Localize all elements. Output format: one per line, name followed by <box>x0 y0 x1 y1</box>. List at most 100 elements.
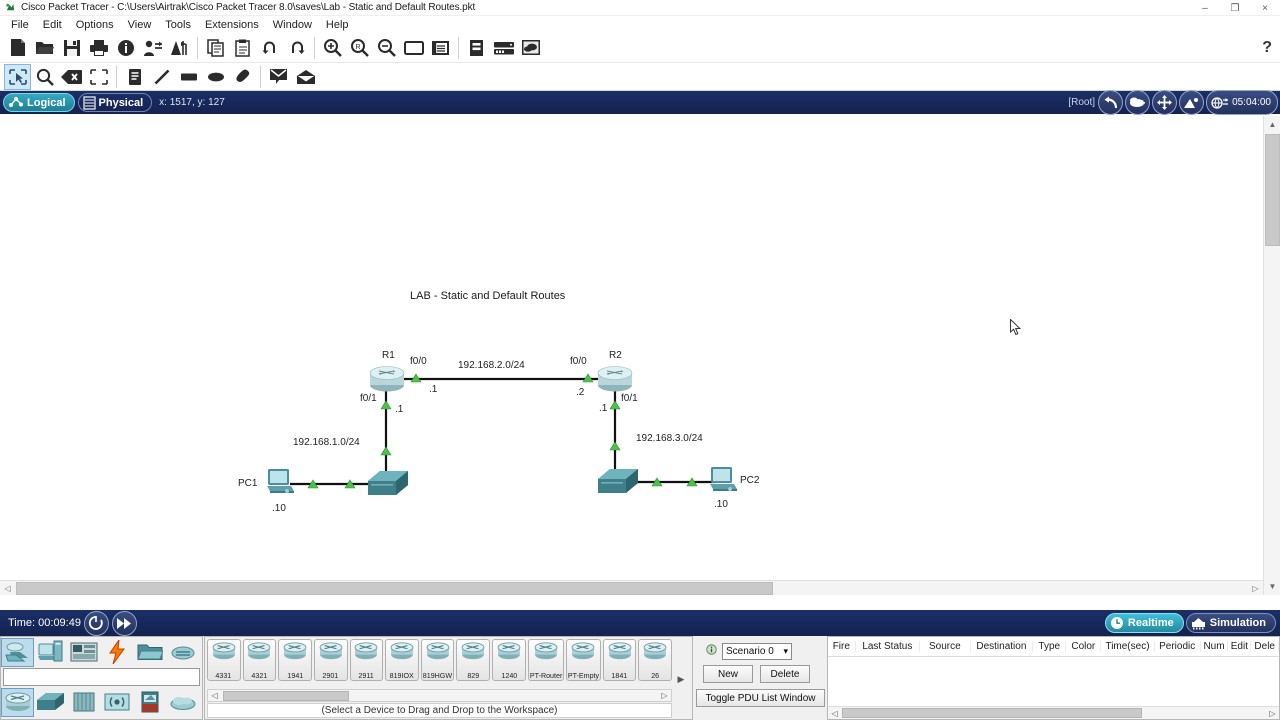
device-model-item[interactable]: 829 <box>456 639 491 681</box>
device-model-item[interactable]: 819HGW <box>420 639 455 681</box>
redo-icon[interactable] <box>283 35 310 61</box>
miscellaneous-category[interactable] <box>133 638 166 667</box>
menu-tools[interactable]: Tools <box>158 18 198 32</box>
zoom-in-icon[interactable] <box>319 35 346 61</box>
menu-window[interactable]: Window <box>266 18 319 32</box>
connections-category[interactable] <box>100 638 133 667</box>
device-model-item[interactable]: 1240 <box>492 639 526 681</box>
tab-logical[interactable]: Logical <box>3 93 75 112</box>
tab-physical[interactable]: Physical <box>77 93 153 112</box>
pdu-col-source[interactable]: Source <box>920 641 971 652</box>
device-model-item[interactable]: PT-Router <box>527 639 564 681</box>
mountain-icon[interactable] <box>1179 90 1205 115</box>
resize-shape-icon[interactable] <box>85 64 112 90</box>
pdu-col-num[interactable]: Num <box>1201 641 1229 652</box>
pdu-col-type[interactable]: Type <box>1033 641 1067 652</box>
device-model-item[interactable]: 1841 <box>602 639 637 681</box>
device-model-item[interactable]: 4321 <box>242 639 277 681</box>
realtime-mode-button[interactable]: Realtime <box>1104 613 1184 633</box>
hubs-subcategory[interactable] <box>67 688 100 717</box>
pdu-scroll-thumb[interactable] <box>842 708 1142 718</box>
open-file-icon[interactable] <box>31 35 58 61</box>
pdu-col-periodic[interactable]: Periodic <box>1155 641 1201 652</box>
paste-icon[interactable] <box>229 35 256 61</box>
new-scenario-button[interactable]: New <box>703 665 753 683</box>
menu-options[interactable]: Options <box>69 18 121 32</box>
pdu-col-delete[interactable]: Dele <box>1251 641 1280 652</box>
delete-scenario-button[interactable]: Delete <box>760 665 810 683</box>
print-icon[interactable] <box>85 35 112 61</box>
vscroll-down-arrow[interactable]: ▼ <box>1264 578 1280 595</box>
wan-emulation-subcategory[interactable] <box>166 688 199 717</box>
fast-forward-icon[interactable] <box>111 610 137 636</box>
workspace-vscrollbar[interactable]: ▲ ▼ <box>1263 116 1280 595</box>
hscroll-thumb[interactable] <box>16 582 773 595</box>
save-file-icon[interactable] <box>58 35 85 61</box>
maximize-button[interactable]: ❐ <box>1220 0 1250 16</box>
device-model-item[interactable]: PT-Empty <box>565 639 601 681</box>
vscroll-thumb[interactable] <box>1265 134 1280 246</box>
cloud-view-icon[interactable] <box>517 35 544 61</box>
model-list-hscrollbar[interactable]: ◁ ▷ <box>207 689 672 702</box>
routers-subcategory[interactable] <box>1 687 34 717</box>
pdu-table-hscrollbar[interactable]: ◁ ▷ <box>828 706 1279 719</box>
menu-view[interactable]: View <box>121 18 159 32</box>
vscroll-up-arrow[interactable]: ▲ <box>1264 116 1280 133</box>
menu-edit[interactable]: Edit <box>36 18 69 32</box>
close-button[interactable]: × <box>1250 0 1280 16</box>
complex-pdu-icon[interactable] <box>292 64 319 90</box>
help-button[interactable]: ? <box>1262 39 1272 57</box>
zoom-reset-icon[interactable]: R <box>346 35 373 61</box>
pdu-scroll-left-arrow[interactable]: ◁ <box>828 707 841 719</box>
new-file-icon[interactable] <box>4 35 31 61</box>
zoom-out-icon[interactable] <box>373 35 400 61</box>
draw-ellipse-icon[interactable] <box>202 64 229 90</box>
device-model-item[interactable]: 26 <box>638 639 672 681</box>
simulation-clock[interactable]: 05:04:00 <box>1206 90 1278 115</box>
pdu-col-edit[interactable]: Edit <box>1228 641 1252 652</box>
end-devices-category[interactable] <box>34 638 67 667</box>
topology-canvas[interactable]: LAB - Static and Default Routes R1 R2 PC… <box>0 116 1262 578</box>
assessment-icon[interactable] <box>166 35 193 61</box>
model-scroll-right-arrow[interactable]: ▷ <box>658 690 671 701</box>
cloud-plus-icon[interactable] <box>1125 90 1151 115</box>
device-model-item[interactable]: 2911 <box>349 639 384 681</box>
pdu-col-destination[interactable]: Destination <box>971 641 1034 652</box>
back-navigation-icon[interactable] <box>1098 90 1124 115</box>
pdu-col-fire[interactable]: Fire <box>828 641 856 652</box>
device-model-item[interactable]: 4331 <box>207 639 241 681</box>
hscroll-left-arrow[interactable]: ◁ <box>0 581 15 595</box>
move-cross-icon[interactable] <box>1152 90 1178 115</box>
simple-pdu-icon[interactable] <box>265 64 292 90</box>
palette-window-icon[interactable] <box>400 35 427 61</box>
simulation-mode-button[interactable]: Simulation <box>1185 613 1276 633</box>
activity-wizard-icon[interactable] <box>112 35 139 61</box>
pdu-scroll-right-arrow[interactable]: ▷ <box>1266 707 1279 719</box>
custom-devices-icon[interactable] <box>427 35 454 61</box>
device-model-item[interactable]: 2901 <box>313 639 348 681</box>
pdu-col-last-status[interactable]: Last Status <box>856 641 921 652</box>
multiuser-category[interactable] <box>166 638 199 667</box>
security-subcategory[interactable] <box>133 688 166 717</box>
network-devices-category[interactable] <box>1 637 34 667</box>
menu-help[interactable]: Help <box>319 18 356 32</box>
inspect-tool-icon[interactable] <box>31 64 58 90</box>
model-scroll-left-arrow[interactable]: ◁ <box>208 690 221 701</box>
select-tool-icon[interactable] <box>4 63 31 90</box>
info-icon[interactable] <box>706 642 717 660</box>
scenario-dropdown[interactable]: Scenario 0 ▾ <box>722 642 792 660</box>
menu-extensions[interactable]: Extensions <box>198 18 266 32</box>
place-note-icon[interactable] <box>121 64 148 90</box>
delete-tool-icon[interactable] <box>58 64 85 90</box>
hscroll-right-arrow[interactable]: ▷ <box>1248 581 1263 595</box>
pdu-col-color[interactable]: Color <box>1066 641 1102 652</box>
device-model-item[interactable]: 1941 <box>278 639 312 681</box>
switches-subcategory[interactable] <box>34 688 67 717</box>
model-scroll-thumb[interactable] <box>223 691 349 701</box>
workspace-hscrollbar[interactable]: ◁ ▷ <box>0 580 1263 595</box>
wireless-subcategory[interactable] <box>100 688 133 717</box>
workspace[interactable]: LAB - Static and Default Routes R1 R2 PC… <box>0 116 1280 595</box>
draw-rectangle-icon[interactable] <box>175 64 202 90</box>
expand-panel-arrow-icon[interactable]: ▶ <box>674 671 688 687</box>
device-filter-input[interactable] <box>3 668 200 686</box>
